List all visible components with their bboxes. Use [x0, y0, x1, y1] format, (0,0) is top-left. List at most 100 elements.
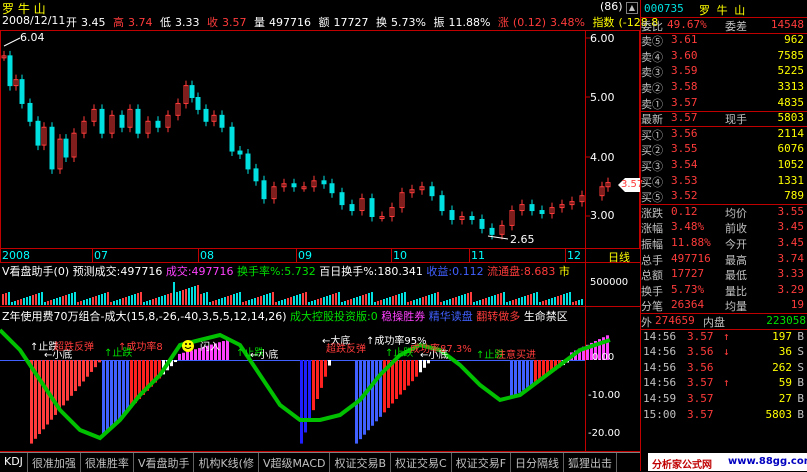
volume-bar — [422, 297, 424, 305]
tab-6[interactable]: 权证交易B — [330, 453, 392, 472]
volume-bar — [404, 292, 406, 305]
tab-2[interactable]: 很准胜率 — [81, 453, 134, 472]
outer-inner-row: 外 274659 内盘 223058 — [641, 314, 807, 330]
tab-9[interactable]: 日分隔线 — [511, 453, 565, 472]
annotation-4: ↑止跌 — [104, 348, 133, 359]
volume-bar — [290, 297, 292, 305]
indicator-tabs: KDJ 很准加强 很准胜率 V看盘助手 机构K线(修 V超级MACD 权证交易B 权证交易C 权… — [0, 452, 640, 472]
vol-turnover-value: 5.732 — [284, 265, 316, 278]
annotation-10: 超跌反弹 — [326, 344, 366, 355]
volume-bar — [293, 296, 295, 305]
tick-side: S — [797, 360, 804, 374]
indicator-bar — [300, 360, 303, 444]
bid-price: 3.54 — [671, 158, 698, 171]
stat-label: 分笔 — [641, 300, 663, 314]
hand: 5803 — [777, 111, 805, 125]
annotation-7: ←小底 — [250, 350, 279, 361]
volume-bar — [182, 290, 184, 305]
volume-bar — [566, 293, 568, 305]
tab-1[interactable]: 很准加强 — [28, 453, 81, 472]
volume-bar — [275, 302, 277, 305]
volume-bar — [500, 293, 502, 305]
volume-bar — [332, 294, 334, 305]
vol-100day-value: 180.341 — [377, 265, 423, 278]
volume-bar — [521, 297, 523, 305]
tab-4[interactable]: 机构K线(修 — [194, 453, 259, 472]
stat-value-2: 3.55 — [777, 204, 805, 218]
stat-row: 总额 17727 最低 3.33 — [641, 267, 807, 282]
volume-bar — [62, 296, 64, 305]
candle-body — [119, 114, 125, 128]
indicator-bar — [530, 360, 533, 386]
indicator-bar — [375, 360, 378, 422]
volume-bar — [563, 294, 565, 305]
indicator-bar — [194, 349, 197, 360]
volume-bar — [482, 299, 484, 305]
vol-market-label: 市 — [558, 265, 570, 278]
tab-7[interactable]: 权证交易C — [391, 453, 452, 472]
volume-bar — [431, 294, 433, 305]
volume-bar — [218, 299, 220, 305]
indicator-bar — [423, 360, 426, 368]
volume-bar — [140, 292, 142, 305]
volume-bar — [542, 301, 544, 305]
volume-bar — [131, 295, 133, 305]
bid-row: 买⑤ 3.52 789 — [641, 189, 807, 206]
formula-title: Z年使用费70万组合-成大 — [2, 310, 127, 323]
volume-bar — [323, 297, 325, 305]
candle-body — [349, 204, 355, 212]
month-label-2008: 2008 — [2, 249, 30, 262]
stat-value: 497716 — [671, 251, 711, 265]
tab-0[interactable]: KDJ — [0, 453, 28, 472]
volume-bar — [569, 292, 571, 305]
indicator-bar — [130, 360, 133, 408]
volume-bar — [227, 296, 229, 305]
indicator-bar — [62, 360, 65, 406]
volume-bar — [155, 298, 157, 305]
indicator-bar — [419, 360, 422, 373]
ratio-label: 委比 — [641, 19, 663, 33]
indicator-bar — [178, 353, 181, 360]
bid-label: 买③ — [641, 160, 663, 173]
tab-10[interactable]: 狐狸出击 — [564, 453, 618, 472]
annotation-2: 超跌反弹 — [54, 342, 94, 353]
stat-row: 分笔 26364 均量 19 — [641, 298, 807, 315]
volume-bar — [461, 295, 463, 305]
volume-bar — [20, 299, 22, 305]
vol-indicator-name: V看盘助手(0) — [2, 265, 70, 278]
volume-bar — [536, 292, 538, 305]
stat-row: 换手 5.73% 量比 3.29 — [641, 283, 807, 298]
ask-label: 卖② — [641, 82, 663, 95]
volume-bar — [446, 300, 448, 305]
tag-wencao: 稳操胜券 — [381, 310, 426, 323]
volume-bar — [248, 300, 250, 305]
bid-vol: 789 — [784, 189, 804, 203]
volume-bar — [272, 292, 274, 305]
ask-label: 卖③ — [641, 66, 663, 80]
candle-body — [489, 227, 495, 235]
candle-body — [539, 210, 545, 215]
stat-value-2: 3.33 — [777, 267, 805, 281]
tab-5[interactable]: V超级MACD — [259, 453, 331, 472]
last-row: 最新 3.57 现手 5803 — [641, 111, 807, 128]
tick-price: 3.56 — [687, 360, 714, 374]
volume-bar — [233, 294, 235, 305]
volume-bar — [152, 299, 154, 305]
tick-dir: ↑ — [723, 376, 730, 390]
volume-bar — [110, 302, 112, 305]
tab-3[interactable]: V看盘助手 — [134, 453, 195, 472]
volume-bar — [98, 295, 100, 305]
volume-bar — [200, 294, 202, 305]
volume-bar — [527, 295, 529, 305]
period-label[interactable]: 日线 — [608, 249, 630, 265]
tab-8[interactable]: 权证交易F — [452, 453, 512, 472]
volume-bar — [296, 295, 298, 305]
vol-deal-value: 497716 — [191, 265, 234, 278]
volume-bar — [533, 293, 535, 305]
tick-row: 14:56 3.56 ↓ 36 S — [641, 345, 807, 360]
volume-bar — [299, 294, 301, 305]
tick-side: B — [797, 376, 804, 390]
formula-params: (15,8,-26,-40,3,5,5,12,14,26) — [126, 310, 287, 323]
tick-side: B — [797, 329, 804, 343]
candle-body — [369, 198, 375, 217]
